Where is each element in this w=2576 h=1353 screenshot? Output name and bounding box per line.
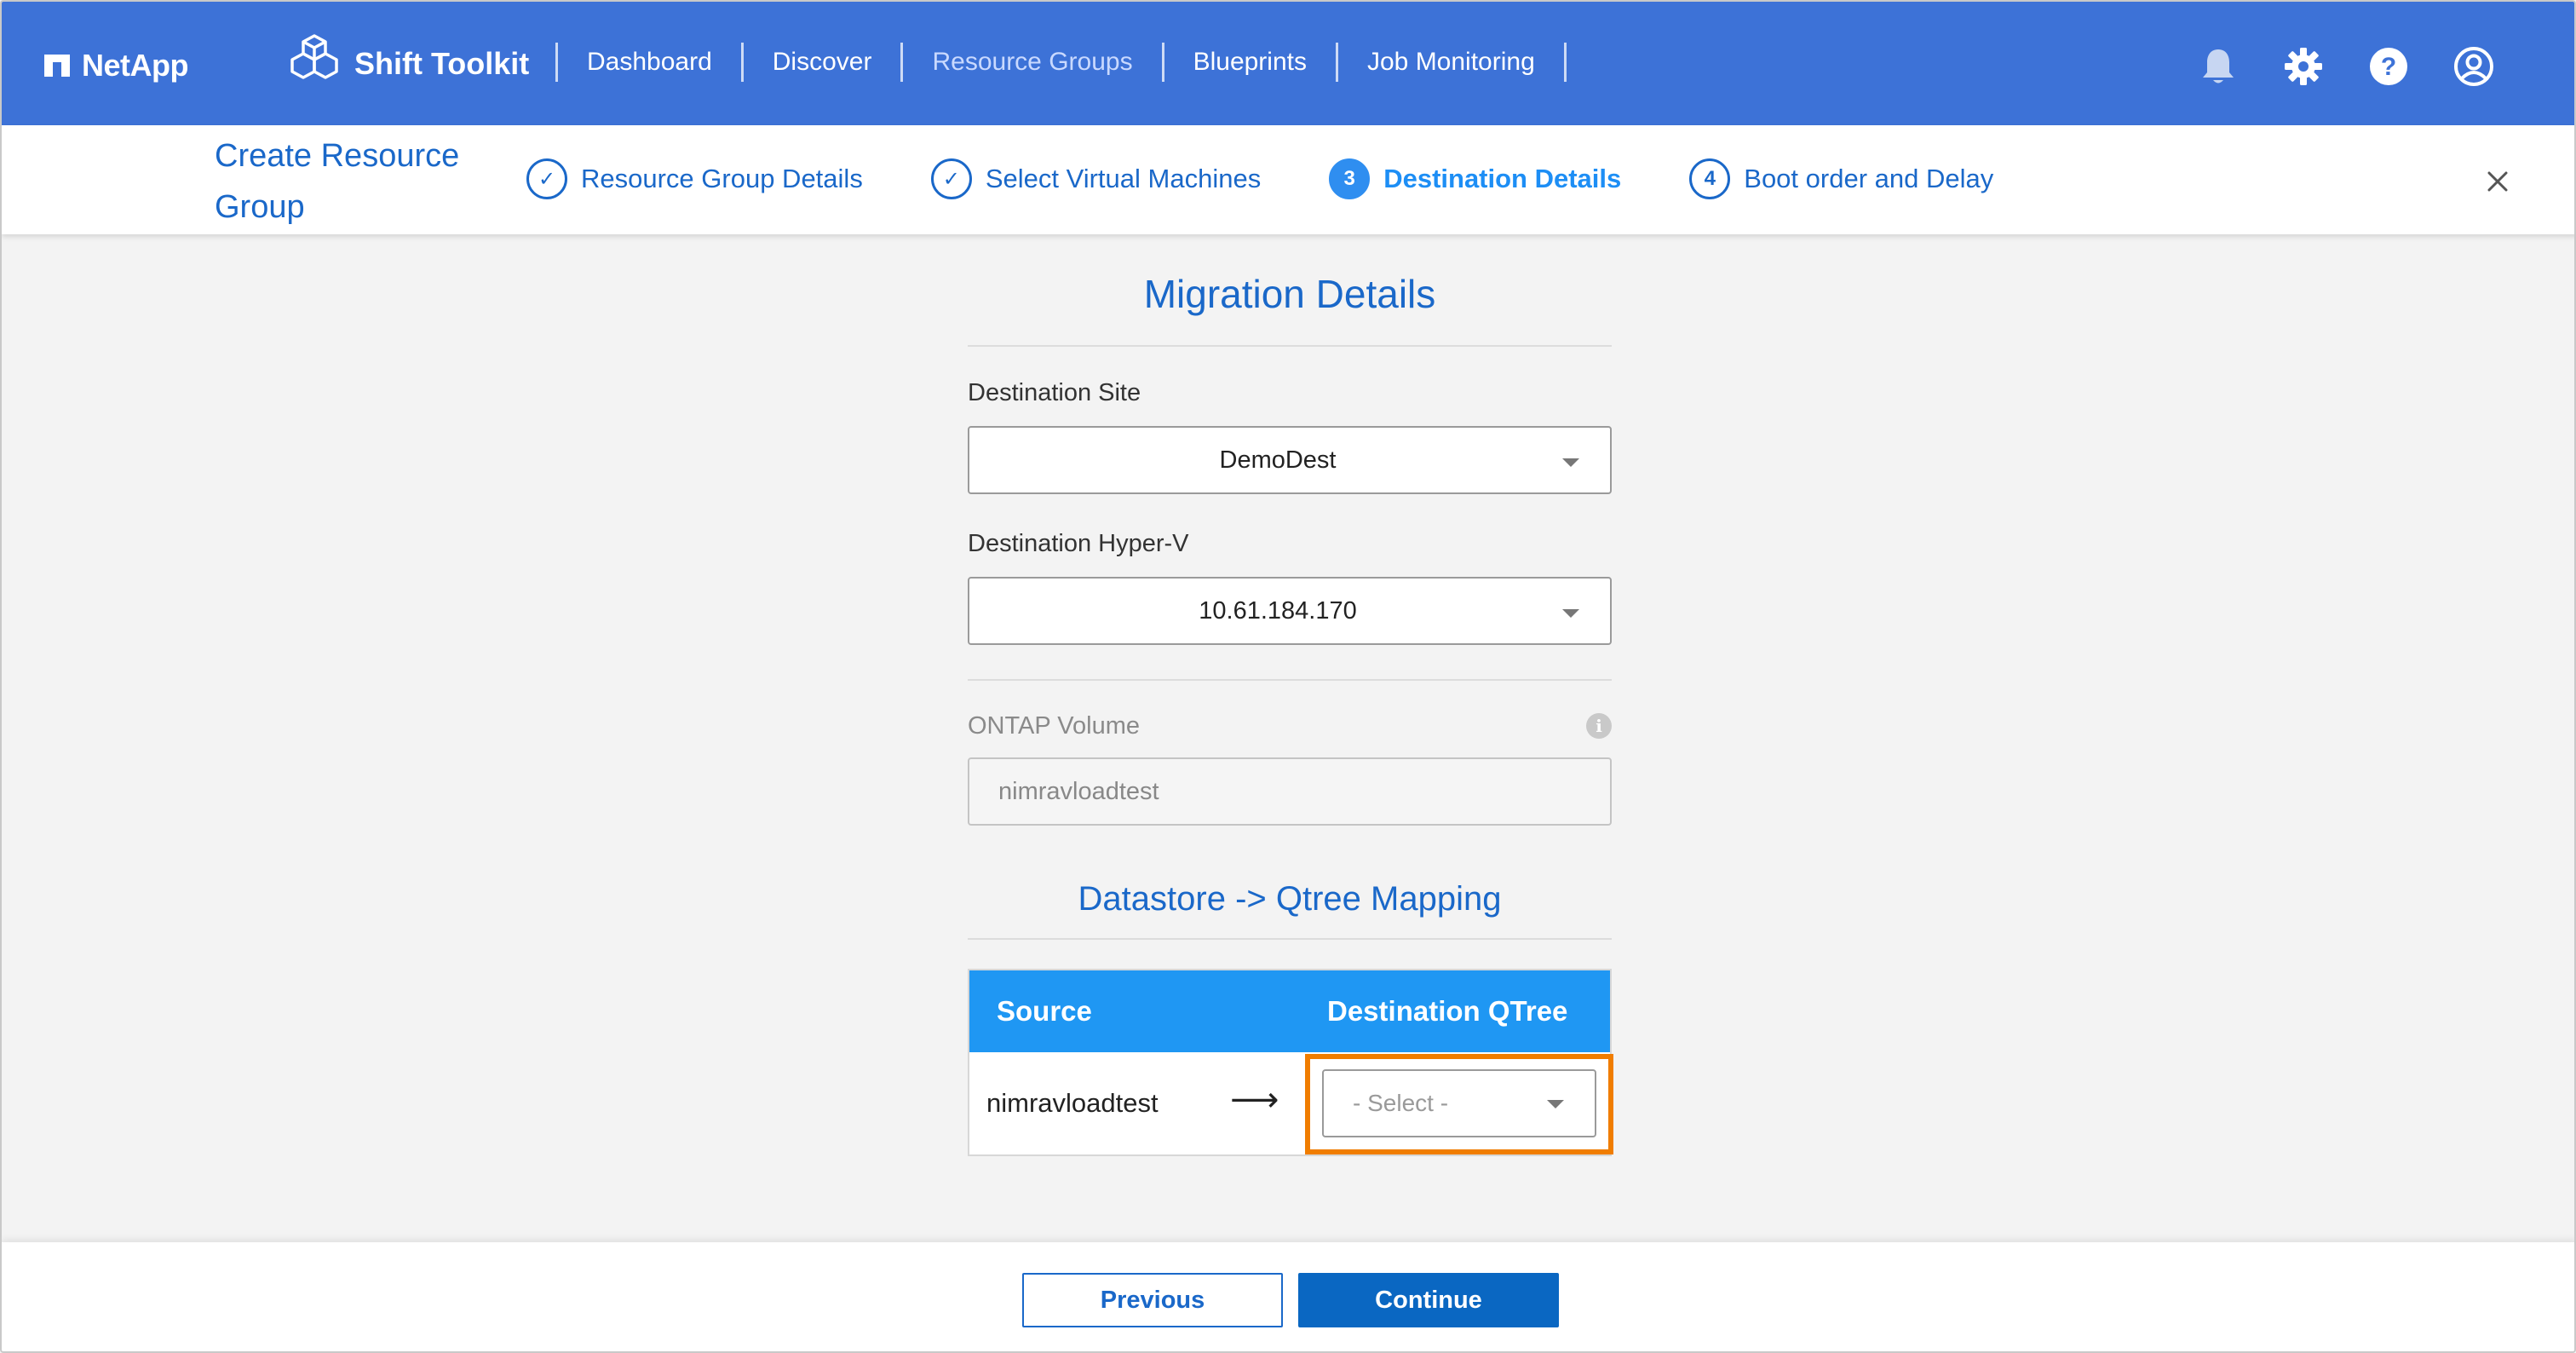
wizard-footer: Previous Continue [2, 1242, 2574, 1351]
step-label: Resource Group Details [581, 164, 863, 193]
wizard-steps: ✓ Resource Group Details ✓ Select Virtua… [526, 158, 2061, 200]
previous-button[interactable]: Previous [1022, 1273, 1283, 1327]
destination-details-form: Migration Details Destination Site DemoD… [968, 234, 1613, 1156]
wizard-header: Create Resource Group ✓ Resource Group D… [2, 125, 2574, 234]
shift-toolkit-icon [288, 32, 341, 96]
destination-hyperv-label: Destination Hyper-V [968, 530, 1189, 557]
migration-details-heading: Migration Details [1143, 272, 1436, 316]
ontap-volume-label-row: ONTAP Volume i [968, 711, 1612, 740]
destination-site-label: Destination Site [968, 379, 1141, 406]
wizard-step-destination-details[interactable]: 3 Destination Details [1329, 158, 1621, 199]
step-number-badge: 4 [1689, 158, 1731, 199]
destination-hyperv-value: 10.61.184.170 [1199, 596, 1357, 625]
nav-item-discover[interactable]: Discover [744, 37, 901, 87]
continue-button[interactable]: Continue [1298, 1273, 1559, 1327]
arrow-right-icon: ⟶ [1230, 1081, 1279, 1119]
table-row: nimravloadtest ⟶ - Select - [969, 1052, 1613, 1154]
nav-item-resource-groups[interactable]: Resource Groups [903, 37, 1161, 87]
wizard-step-resource-group-details[interactable]: ✓ Resource Group Details [526, 158, 863, 199]
netapp-logo[interactable]: NetApp [44, 44, 189, 87]
nav-separator [1563, 43, 1567, 82]
section-divider [968, 679, 1612, 681]
table-header: Source Destination QTree [969, 970, 1610, 1052]
destination-site-select[interactable]: DemoDest [968, 426, 1612, 494]
destination-hyperv-select[interactable]: 10.61.184.170 [968, 577, 1612, 645]
main-nav: Dashboard Discover Resource Groups Bluep… [555, 37, 1567, 87]
nav-item-blueprints[interactable]: Blueprints [1164, 37, 1336, 87]
section-divider [968, 345, 1612, 347]
product-name: Shift Toolkit [354, 46, 530, 81]
step-label: Destination Details [1383, 164, 1622, 193]
destination-qtree-select[interactable]: - Select - [1322, 1069, 1596, 1137]
user-account-icon[interactable] [2452, 44, 2496, 89]
top-icon-group: ? [2196, 41, 2496, 92]
step-label: Boot order and Delay [1744, 164, 1994, 193]
step-label: Select Virtual Machines [985, 164, 1262, 193]
top-navigation-bar: NetApp Shift Toolkit Dashboard Discover [2, 2, 2574, 125]
step-number-badge: 3 [1329, 158, 1371, 199]
nav-item-dashboard[interactable]: Dashboard [558, 37, 741, 87]
chevron-down-icon [1562, 458, 1579, 467]
netapp-logo-icon [44, 55, 70, 77]
source-datastore-name: nimravloadtest [986, 1088, 1159, 1118]
nav-item-job-monitoring[interactable]: Job Monitoring [1338, 37, 1564, 87]
ontap-volume-field: nimravloadtest [968, 757, 1612, 826]
help-icon[interactable]: ? [2366, 44, 2411, 89]
step-complete-check-icon: ✓ [526, 158, 567, 199]
chevron-down-icon [1562, 609, 1579, 618]
info-icon[interactable]: i [1586, 713, 1612, 739]
datastore-qtree-mapping-heading: Datastore -> Qtree Mapping [1078, 880, 1502, 918]
gear-icon[interactable] [2281, 44, 2326, 89]
ontap-volume-label: ONTAP Volume [968, 711, 1141, 740]
close-icon[interactable] [2481, 164, 2515, 199]
wizard-step-select-virtual-machines[interactable]: ✓ Select Virtual Machines [930, 158, 1262, 199]
svg-text:?: ? [2381, 53, 2396, 81]
wizard-title: Create Resource Group [215, 138, 460, 225]
destination-qtree-placeholder: - Select - [1353, 1090, 1449, 1116]
app-window: NetApp Shift Toolkit Dashboard Discover [0, 0, 2576, 1353]
section-divider [968, 938, 1612, 940]
brand-name: NetApp [82, 48, 189, 83]
destination-site-value: DemoDest [1219, 446, 1337, 474]
chevron-down-icon [1547, 1100, 1564, 1108]
step-complete-check-icon: ✓ [930, 158, 972, 199]
datastore-qtree-mapping-table: Source Destination QTree nimravloadtest … [968, 969, 1613, 1156]
bell-icon[interactable] [2196, 44, 2240, 89]
column-header-source: Source [997, 995, 1092, 1027]
wizard-step-boot-order-and-delay[interactable]: 4 Boot order and Delay [1689, 158, 1993, 199]
product-title[interactable]: Shift Toolkit [288, 32, 529, 95]
column-header-destination-qtree: Destination QTree [1327, 995, 1568, 1027]
